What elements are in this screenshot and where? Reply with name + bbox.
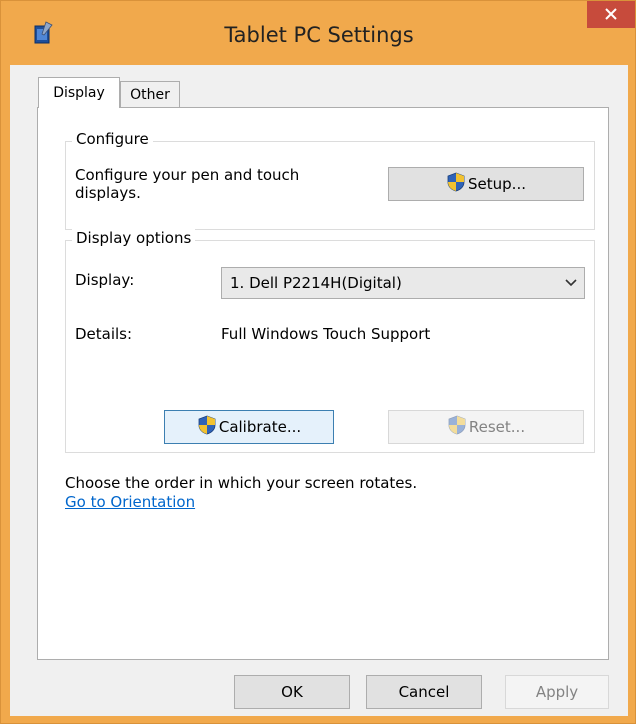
reset-button[interactable]: Reset... (388, 410, 584, 444)
setup-button[interactable]: Setup... (388, 167, 584, 201)
apply-label: Apply (535, 683, 579, 701)
display-select[interactable]: 1. Dell P2214H(Digital) (221, 267, 585, 299)
apply-button[interactable]: Apply (505, 675, 609, 709)
uac-shield-icon (197, 415, 217, 439)
reset-label: Reset... (468, 418, 526, 436)
close-icon (605, 6, 617, 24)
calibrate-label: Calibrate... (218, 418, 302, 436)
cancel-button[interactable]: Cancel (366, 675, 482, 709)
display-tab-panel: Configure Configure your pen and touch d… (37, 107, 609, 660)
title-bar: Tablet PC Settings (1, 1, 636, 65)
configure-description-line2: displays. (75, 184, 141, 202)
details-label: Details: (75, 325, 133, 343)
tab-display[interactable]: Display (38, 77, 120, 108)
calibrate-button[interactable]: Calibrate... (164, 410, 334, 444)
uac-shield-icon (446, 172, 466, 196)
ok-label: OK (281, 683, 303, 701)
dialog-client-area: Display Other Configure Configure your p… (10, 65, 628, 716)
go-to-orientation-link[interactable]: Go to Orientation (65, 493, 195, 511)
chevron-down-icon (558, 279, 584, 287)
tablet-pc-settings-window: Tablet PC Settings Display Other Configu… (0, 0, 636, 724)
details-value: Full Windows Touch Support (221, 325, 431, 343)
display-selected-value: 1. Dell P2214H(Digital) (230, 274, 402, 292)
cancel-label: Cancel (398, 683, 450, 701)
tab-other[interactable]: Other (120, 81, 180, 107)
display-label: Display: (75, 271, 135, 289)
orientation-text: Choose the order in which your screen ro… (65, 474, 418, 492)
display-options-group: Display options Display: 1. Dell P2214H(… (65, 229, 595, 453)
close-button[interactable] (587, 1, 635, 28)
display-options-legend: Display options (72, 229, 196, 247)
ok-button[interactable]: OK (234, 675, 350, 709)
configure-legend: Configure (72, 130, 153, 148)
setup-label: Setup... (468, 175, 526, 193)
window-title: Tablet PC Settings (224, 23, 414, 47)
configure-description-line1: Configure your pen and touch (75, 166, 300, 184)
uac-shield-icon (447, 415, 467, 439)
configure-group: Configure Configure your pen and touch d… (65, 130, 595, 230)
